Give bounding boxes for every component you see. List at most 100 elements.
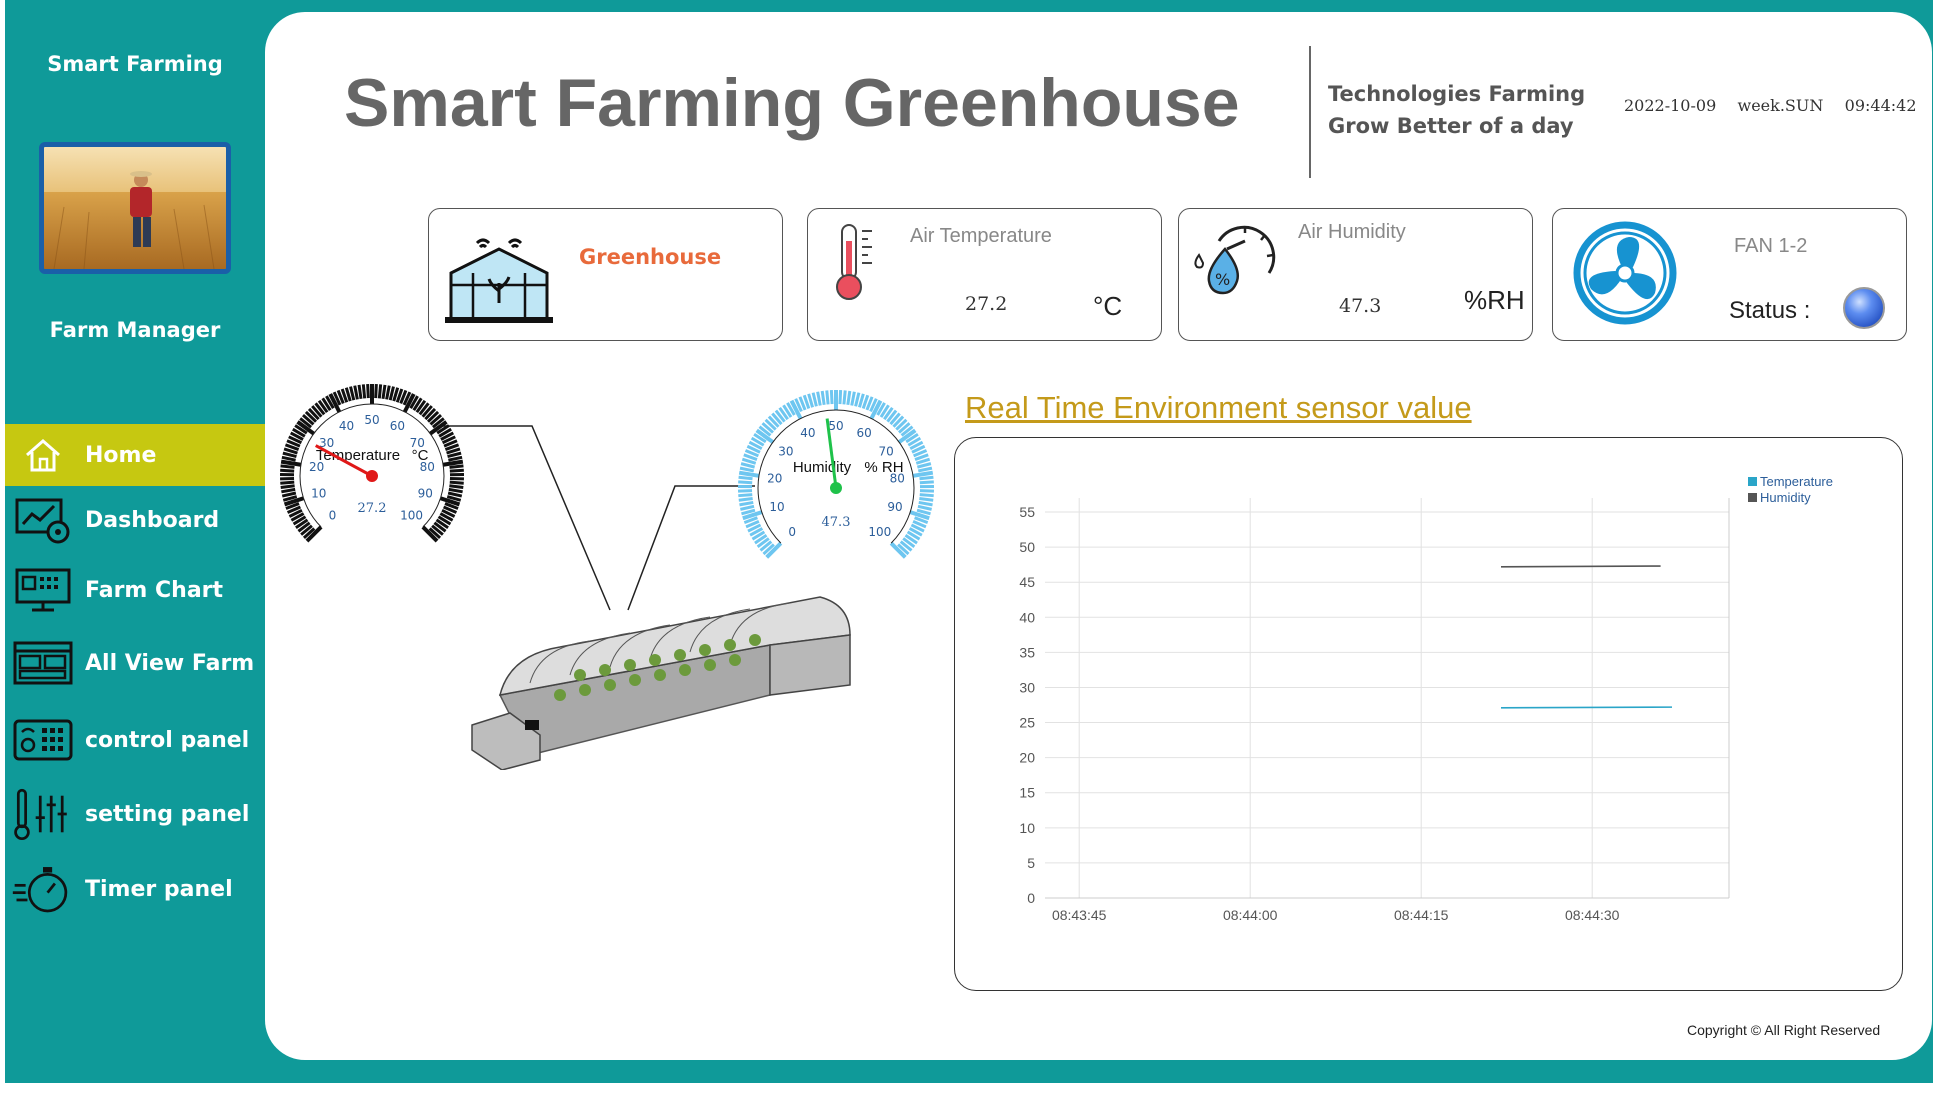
gauge-tick (829, 390, 834, 405)
gauge-tick (374, 384, 378, 399)
air-humidity-card[interactable]: % Air Humidity 47.3 %RH (1178, 208, 1533, 341)
sidebar-item-all-view-farm[interactable]: All View Farm (5, 632, 265, 694)
gauge-tick (820, 390, 826, 406)
gauge-tick (816, 391, 822, 406)
gauge-tick (449, 484, 464, 490)
temperature-gauge: 010203040 50 60708090100Temperature °C27.2 (279, 384, 465, 543)
humidity-gauge: 010203040 50 60708090100Humidity% RH47.3 (737, 390, 935, 559)
series-line-temperature (1500, 706, 1673, 709)
gauge-tick (353, 385, 359, 400)
header-tagline: Technologies Farming Grow Better of a da… (1328, 78, 1585, 142)
gauge-area: 010203040 50 60708090100Temperature °C27.2 … (279, 384, 935, 770)
gauge-tick (912, 470, 934, 478)
greenhouse-card[interactable]: Greenhouse (428, 208, 783, 341)
gauge-unit: % RH (864, 459, 903, 476)
sidebar-item-label: Home (85, 442, 157, 468)
gauge-tick (388, 386, 395, 401)
fan-status-label: Status : (1729, 297, 1811, 324)
stopwatch-icon (11, 864, 75, 914)
page-title: Smart Farming Greenhouse (344, 65, 1240, 141)
sidebar-item-home[interactable]: Home (5, 424, 265, 486)
gauge-value: 47.3 (822, 515, 851, 530)
gauge-tick (825, 390, 830, 405)
gauge-tick-label: 90 (418, 486, 433, 500)
gauge-tick-label: 40 (339, 419, 354, 433)
sidebar-item-farm-chart[interactable]: Farm Chart (5, 559, 265, 621)
gauge-tick-label: 30 (778, 445, 793, 459)
time-text: 09:44:42 (1844, 96, 1917, 115)
line-chart: 0 5 10 15 20 25 30 35 40 45 50 55 08:43:45 08:44:00 08… (1019, 474, 1833, 923)
air-temperature-unit: °C (1093, 291, 1123, 321)
gauge-tick (811, 392, 818, 407)
gauge-tick (838, 390, 843, 405)
gauge-tick (918, 500, 933, 507)
sidebar-item-label: Farm Chart (85, 577, 224, 603)
gauge-tick (919, 480, 934, 485)
chart-container: 0 5 10 15 20 25 30 35 40 45 50 55 08:43:45 08:44:00 08… (954, 437, 1903, 991)
chart-y-tick-label: 40 (1019, 609, 1035, 625)
sidebar-item-dashboard[interactable]: Dashboard (5, 489, 265, 551)
sidebar-item-label: Timer panel (85, 876, 233, 902)
copyright-text: Copyright © All Right Reserved (1687, 1022, 1881, 1038)
gauge-tick (916, 462, 932, 469)
air-humidity-value: 47.3 (1339, 295, 1382, 317)
gauge-tick (846, 390, 852, 406)
gauge-tick-label: 100 (868, 525, 891, 539)
sidebar-item-control-panel[interactable]: control panel (5, 709, 265, 771)
gauge-tick-label: 70 (879, 445, 894, 459)
date-text: 2022-10-09 (1624, 96, 1717, 115)
sidebar-manager: Farm Manager (49, 318, 221, 342)
gauge-tick-label: 100 (400, 509, 423, 523)
fan-label: FAN 1-2 (1734, 235, 1808, 257)
fan-card[interactable]: FAN 1-2 Status : (1552, 208, 1907, 341)
sidebar-item-timer-panel[interactable]: Timer panel (5, 858, 265, 920)
gauge-tick (919, 493, 934, 498)
svg-text:%: % (1215, 270, 1230, 289)
chart-y-tick-label: 45 (1019, 574, 1035, 590)
greenhouse-3d-image (471, 596, 851, 770)
sidebar-item-setting-panel[interactable]: setting panel (5, 783, 265, 845)
gauge-pivot (366, 470, 378, 482)
gauge-tick (738, 493, 753, 498)
week-text: week.SUN (1737, 96, 1824, 115)
gauge-value: 27.2 (358, 501, 387, 516)
chart-y-tick-label: 35 (1019, 644, 1035, 660)
gauge-connector-lines (442, 425, 755, 611)
gauge-tick (448, 487, 463, 494)
gauge-tick (361, 384, 367, 399)
gauge-tick-label: 0 (329, 509, 337, 523)
gauge-tick (919, 475, 934, 481)
gauge-tick (919, 497, 934, 502)
gauge-tick-label: 50 (364, 413, 379, 427)
gauge-tick (842, 390, 847, 405)
fan-status-indicator (1843, 287, 1885, 329)
sidebar-item-label: control panel (85, 727, 250, 753)
gauge-tick (738, 497, 753, 502)
fan-icon (1567, 221, 1683, 329)
chart-title[interactable]: Real Time Environment sensor value (965, 390, 1472, 426)
gauge-label: Temperature (316, 447, 400, 464)
gauge-tick (447, 491, 463, 498)
chart-y-tick-label: 25 (1019, 715, 1035, 731)
gauge-tick (281, 491, 297, 498)
gauge-tick-label: 0 (788, 525, 796, 539)
humidity-icon: % (1189, 219, 1281, 303)
gauge-tick (442, 459, 464, 467)
gauge-tick (281, 455, 296, 462)
air-temperature-card[interactable]: Air Temperature 27.2 °C (807, 208, 1162, 341)
gauge-tick (280, 480, 295, 485)
gauge-tick-label: 10 (769, 500, 784, 514)
legend-label: Temperature (1760, 474, 1833, 489)
gauge-tick (739, 500, 754, 507)
gauge-tick (738, 470, 760, 478)
sidebar-brand: Smart Farming (47, 52, 223, 76)
tagline-line-2: Grow Better of a day (1328, 114, 1574, 138)
gauge-tick (854, 392, 861, 407)
legend-swatch (1748, 493, 1757, 502)
gauge-tick (280, 484, 295, 490)
gauge-pivot (830, 482, 842, 494)
gauge-tick-label: 90 (887, 500, 902, 514)
chart-y-tick-label: 50 (1019, 539, 1035, 555)
gauge-tick (280, 464, 295, 469)
gauge-tick (738, 475, 753, 481)
